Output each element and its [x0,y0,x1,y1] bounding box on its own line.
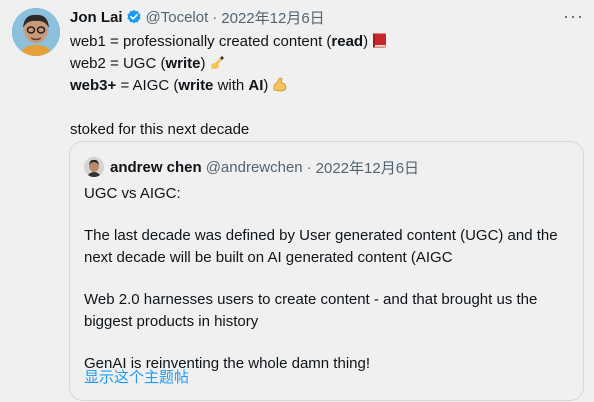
tweet-line-4: stoked for this next decade [70,121,250,138]
quoted-tweet[interactable]: andrew chen @andrewchen · 2022年12月6日 UGC… [69,141,584,401]
tweet-line-1: web1 = professionally created content (r… [70,31,388,53]
book-icon [371,32,388,56]
tweet-header: Jon Lai @Tocelot · 2022年12月6日 [70,7,325,27]
tweet-card: Jon Lai @Tocelot · 2022年12月6日 ··· web1 =… [0,0,594,402]
more-options-icon[interactable]: ··· [563,6,584,27]
quoted-header-separator: · [306,158,312,176]
tweet-body: web1 = professionally created content (r… [70,31,388,141]
quoted-author-avatar[interactable] [84,157,104,177]
quoted-paragraph-1: UGC vs AIGC: [84,185,181,202]
header-separator: · [212,8,218,26]
verified-badge-icon [126,9,142,25]
tweet-line-2: web2 = UGC (write) [70,53,388,75]
author-avatar[interactable] [12,8,60,56]
quoted-paragraph-3: Web 2.0 harnesses users to create conten… [84,291,538,330]
author-name[interactable]: Jon Lai [70,9,123,26]
quoted-paragraph-2: The last decade was defined by User gene… [84,227,558,266]
quoted-tweet-body: UGC vs AIGC: The last decade was defined… [84,183,574,375]
tweet-date[interactable]: 2022年12月6日 [221,7,324,28]
quoted-author-name[interactable]: andrew chen [110,159,202,176]
author-handle[interactable]: @Tocelot [146,9,209,26]
show-thread-link[interactable]: 显示这个主题帖 [84,366,189,387]
quoted-tweet-date[interactable]: 2022年12月6日 [316,157,419,178]
tweet-line-3: web3+ = AIGC (write with AI) [70,75,388,97]
quoted-author-handle[interactable]: @andrewchen [206,159,303,176]
flexed-biceps-icon [271,75,289,100]
quoted-tweet-header: andrew chen @andrewchen · 2022年12月6日 [84,156,419,178]
